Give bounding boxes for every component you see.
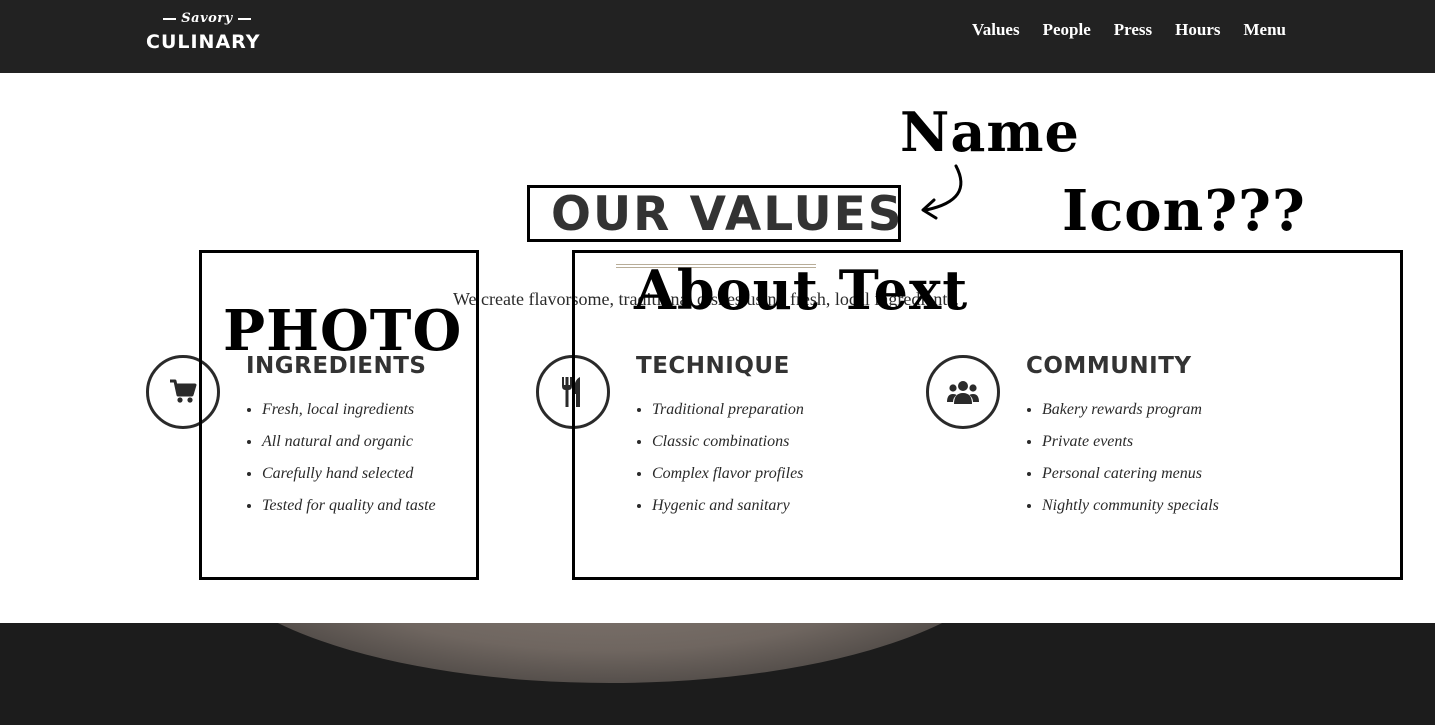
shopping-cart-icon (170, 379, 197, 403)
nav-link-menu[interactable]: Menu (1244, 20, 1287, 40)
main-nav: Values People Press Hours Menu (949, 20, 1286, 40)
annotation-label-about: About Text (634, 258, 969, 322)
nav-link-hours[interactable]: Hours (1175, 20, 1220, 40)
nav-link-press[interactable]: Press (1114, 20, 1152, 40)
nav-link-values[interactable]: Values (972, 20, 1020, 40)
brand-logo[interactable]: Savory CULINARY (146, 11, 270, 55)
logo-wordmark: CULINARY (146, 31, 261, 53)
logo-script-text: Savory (146, 11, 268, 26)
annotation-arrow-icon (921, 164, 963, 220)
plate-shadow (200, 623, 1020, 683)
nav-link-people[interactable]: People (1043, 20, 1091, 40)
annotation-label-photo: PHOTO (223, 298, 463, 364)
annotation-label-name: Name (900, 100, 1080, 164)
annotation-label-icon: Icon??? (1062, 178, 1306, 244)
top-navbar: Savory CULINARY Values People Press Hour… (0, 0, 1435, 73)
annotation-box-name (527, 185, 901, 242)
hero-photo-strip (0, 623, 1435, 725)
